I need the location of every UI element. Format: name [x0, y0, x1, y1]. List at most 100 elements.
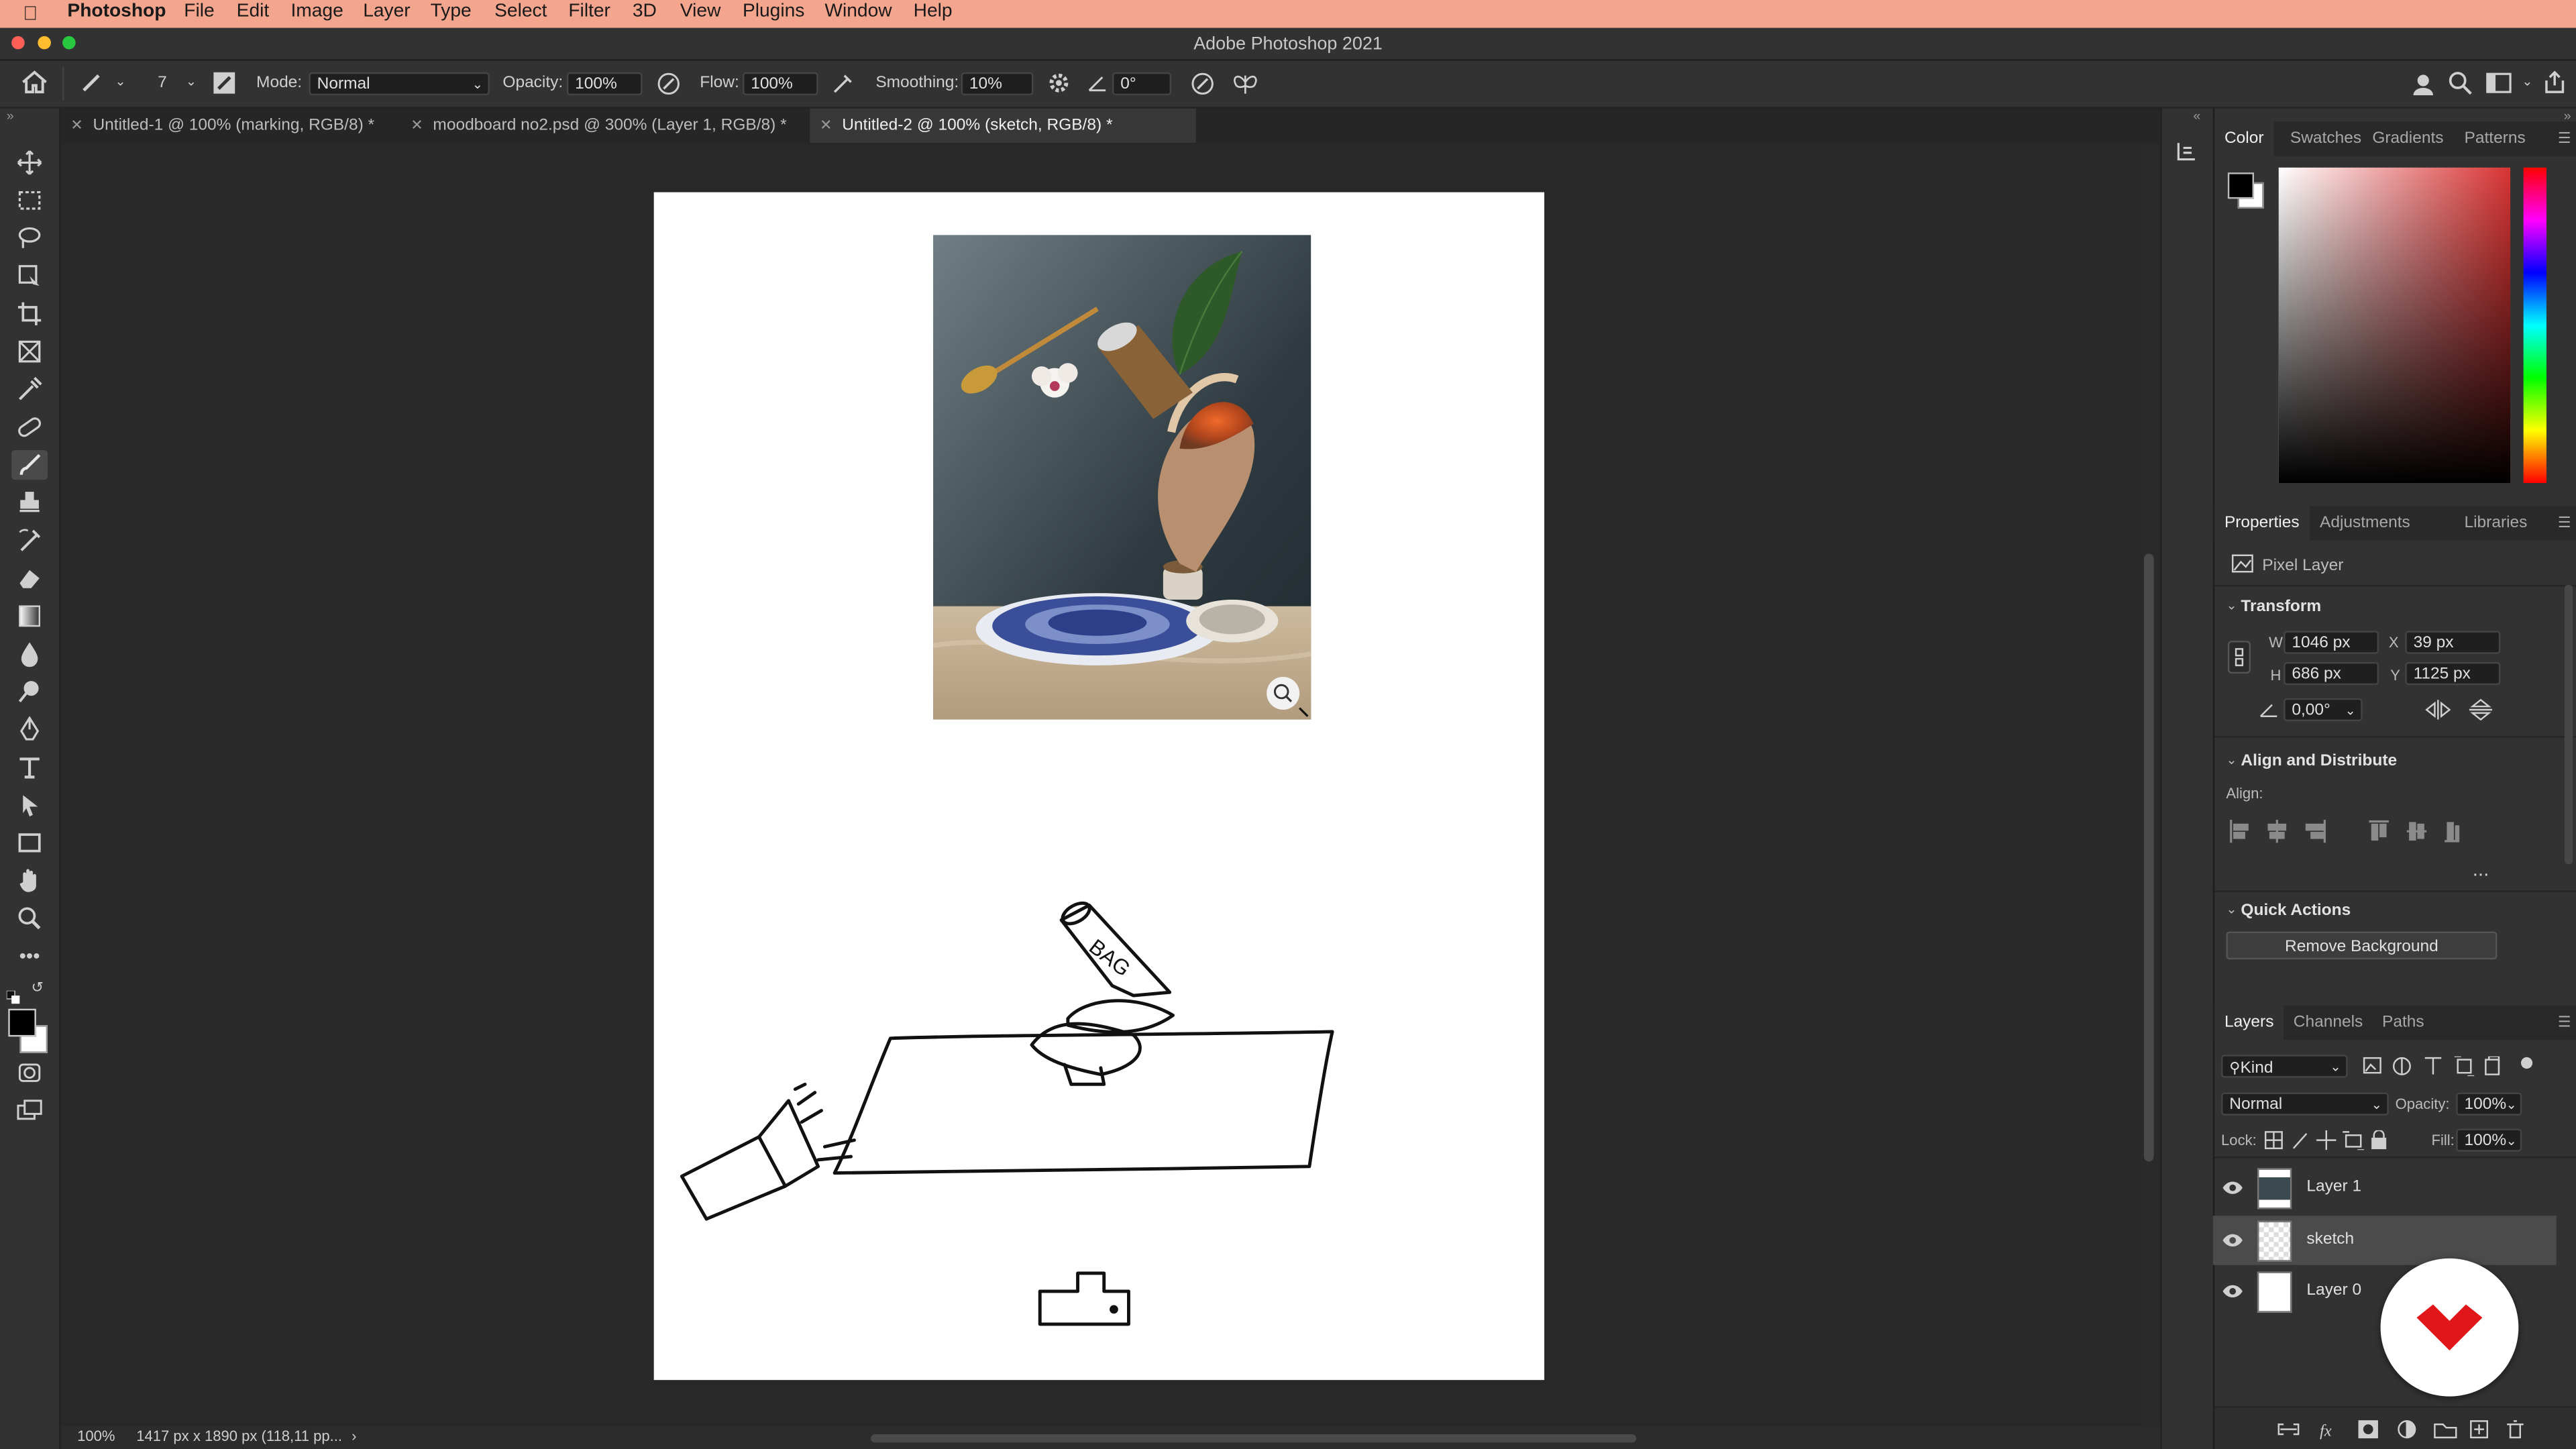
healing-brush-tool-icon[interactable]	[11, 413, 48, 442]
brush-size-chevron-icon[interactable]: ⌄	[186, 74, 197, 89]
transform-title[interactable]: Transform	[2241, 598, 2321, 616]
properties-scroll-thumb[interactable]	[2564, 584, 2573, 865]
menu-filter[interactable]: Filter	[568, 1, 610, 21]
menu-plugins[interactable]: Plugins	[743, 1, 804, 21]
vertical-scroll-thumb[interactable]	[2143, 553, 2154, 1162]
width-field[interactable]: 1046 px	[2284, 631, 2379, 654]
menu-layer[interactable]: Layer	[363, 1, 410, 21]
smoothing-field[interactable]: 10%	[961, 72, 1034, 96]
brush-size-label[interactable]: 7	[158, 74, 167, 92]
horizontal-scroll-thumb[interactable]	[870, 1434, 1637, 1443]
panel-menu-icon[interactable]: ☰	[2558, 1014, 2571, 1032]
visibility-eye-icon[interactable]	[2222, 1178, 2243, 1197]
align-distribute-title[interactable]: Align and Distribute	[2241, 753, 2397, 771]
tab-layers[interactable]: Layers	[2214, 1005, 2284, 1040]
more-options-icon[interactable]: ...	[2473, 857, 2489, 880]
dodge-tool-icon[interactable]	[11, 677, 48, 706]
pressure-opacity-icon[interactable]	[655, 70, 682, 97]
brush-tool-icon[interactable]	[11, 450, 48, 480]
link-icon[interactable]	[2227, 641, 2251, 674]
menu-help[interactable]: Help	[914, 1, 953, 21]
tab-properties[interactable]: Properties	[2214, 506, 2310, 541]
quick-mask-icon[interactable]	[11, 1058, 48, 1087]
color-field[interactable]	[2278, 167, 2511, 484]
layer-filter-icons[interactable]	[2363, 1056, 2537, 1077]
layer-name[interactable]: Layer 0	[2306, 1281, 2361, 1299]
collapse-arrows-icon[interactable]: »	[7, 109, 14, 123]
rotation-field[interactable]: 0,00° ⌄	[2284, 698, 2363, 722]
menu-view[interactable]: View	[680, 1, 721, 21]
close-window-button[interactable]	[11, 36, 25, 50]
opacity-field[interactable]: 100%	[566, 72, 643, 96]
screen-mode-icon[interactable]	[11, 1095, 48, 1125]
tab-adjustments[interactable]: Adjustments	[2310, 506, 2420, 540]
layer-row-layer-1[interactable]: Layer 1	[2213, 1163, 2557, 1212]
chevron-down-icon[interactable]: ⌄	[2226, 598, 2237, 612]
home-icon[interactable]	[19, 69, 49, 95]
move-tool-icon[interactable]	[11, 148, 48, 177]
preset-chevron-icon[interactable]: ⌄	[115, 74, 125, 89]
airbrush-icon[interactable]	[830, 70, 856, 97]
search-icon[interactable]	[2448, 70, 2473, 95]
close-icon[interactable]: ✕	[411, 117, 423, 133]
symmetry-butterfly-icon[interactable]	[1230, 70, 1260, 97]
minimize-window-button[interactable]	[38, 36, 51, 50]
tab-swatches[interactable]: Swatches	[2280, 121, 2371, 156]
zoom-tool-icon[interactable]	[11, 904, 48, 933]
swap-colors-icon[interactable]: ↺	[32, 979, 44, 998]
brush-panel-toggle-icon[interactable]	[212, 70, 237, 95]
layer-name[interactable]: Layer 1	[2306, 1178, 2361, 1196]
x-field[interactable]: 39 px	[2405, 631, 2501, 654]
clone-stamp-tool-icon[interactable]	[11, 488, 48, 517]
zoom-level[interactable]: 100%	[77, 1428, 115, 1444]
fill-field[interactable]: 100% ⌄	[2456, 1128, 2522, 1152]
menu-file[interactable]: File	[184, 1, 214, 21]
panel-menu-icon[interactable]: ☰	[2558, 129, 2571, 148]
tab-channels[interactable]: Channels	[2284, 1006, 2373, 1040]
history-brush-tool-icon[interactable]	[11, 526, 48, 555]
maximize-window-button[interactable]	[62, 36, 76, 50]
visibility-eye-icon[interactable]	[2222, 1230, 2243, 1250]
blur-tool-icon[interactable]	[11, 639, 48, 669]
menu-window[interactable]: Window	[824, 1, 892, 21]
flip-vertical-icon[interactable]	[2469, 698, 2493, 721]
share-export-icon[interactable]	[2542, 69, 2568, 95]
crop-tool-icon[interactable]	[11, 299, 48, 329]
default-colors-icon[interactable]	[6, 983, 20, 1004]
tab-untitled-1[interactable]: ✕ Untitled-1 @ 100% (marking, RGB/8) *	[61, 109, 394, 143]
type-tool-icon[interactable]	[11, 753, 48, 782]
gear-icon[interactable]	[1046, 70, 1071, 95]
filter-kind-dropdown[interactable]: ⚲Kind ⌄	[2221, 1055, 2348, 1078]
frame-tool-icon[interactable]	[11, 337, 48, 366]
layer-name[interactable]: sketch	[2306, 1230, 2354, 1248]
quick-actions-title[interactable]: Quick Actions	[2241, 902, 2351, 920]
layer-footer-buttons[interactable]: fx	[2277, 1419, 2556, 1439]
tab-moodboard[interactable]: ✕ moodboard no2.psd @ 300% (Layer 1, RGB/…	[401, 109, 805, 143]
tab-gradients[interactable]: Gradients	[2363, 121, 2454, 156]
rectangle-tool-icon[interactable]	[11, 828, 48, 857]
flow-field[interactable]: 100%	[742, 72, 818, 96]
menu-type[interactable]: Type	[431, 1, 472, 21]
tab-untitled-2[interactable]: ✕ Untitled-2 @ 100% (sketch, RGB/8) *	[810, 108, 1196, 144]
tab-paths[interactable]: Paths	[2372, 1006, 2434, 1040]
tab-color[interactable]: Color	[2214, 121, 2274, 156]
chevron-down-icon[interactable]: ⌄	[2226, 902, 2237, 917]
eraser-tool-icon[interactable]	[11, 564, 48, 593]
path-selection-tool-icon[interactable]	[11, 790, 48, 820]
workspace-chevron-icon[interactable]: ⌄	[2522, 74, 2532, 89]
blend-mode-dropdown[interactable]: Normal ⌄	[2221, 1092, 2389, 1116]
chevron-right-icon[interactable]: ›	[352, 1428, 356, 1444]
flip-horizontal-icon[interactable]	[2425, 700, 2451, 720]
tab-libraries[interactable]: Libraries	[2455, 506, 2537, 540]
layer-opacity-field[interactable]: 100% ⌄	[2456, 1092, 2522, 1116]
chevron-down-icon[interactable]: ⌄	[2226, 753, 2237, 767]
eyedropper-tool-icon[interactable]	[11, 374, 48, 404]
foreground-color-swatch[interactable]	[8, 1008, 36, 1037]
color-fg-swatch[interactable]	[2227, 172, 2255, 199]
lock-buttons[interactable]	[2264, 1130, 2389, 1150]
collapse-arrows-icon[interactable]: «	[2193, 109, 2200, 123]
close-icon[interactable]: ✕	[820, 117, 832, 133]
menu-app-name[interactable]: Photoshop	[67, 1, 166, 21]
menu-edit[interactable]: Edit	[237, 1, 270, 21]
apple-icon[interactable]: 	[23, 1, 38, 24]
